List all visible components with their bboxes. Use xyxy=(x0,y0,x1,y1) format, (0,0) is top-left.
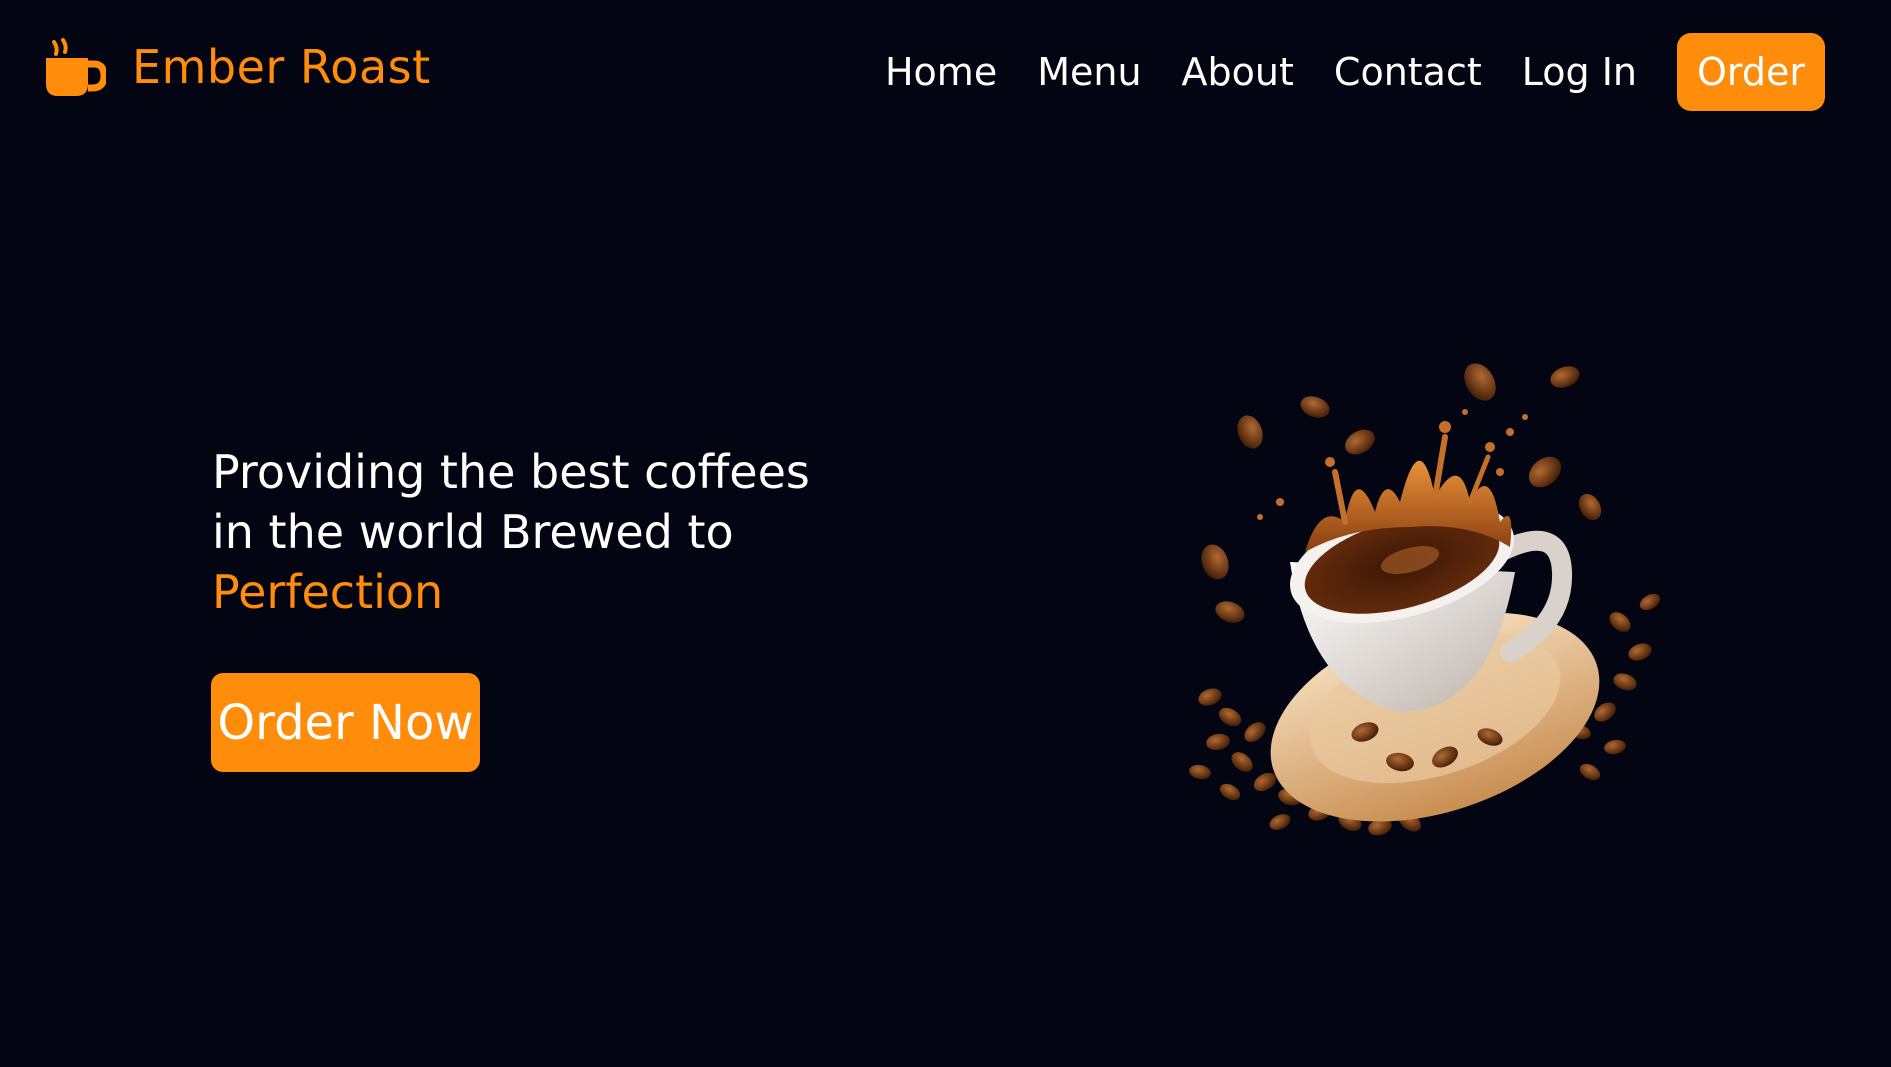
page: Ember Roast Home Menu About Contact Log … xyxy=(0,0,1891,1067)
nav-login-link[interactable]: Log In xyxy=(1522,53,1637,91)
main-nav: Home Menu About Contact Log In Order xyxy=(885,33,1825,111)
brand-name: Ember Roast xyxy=(132,40,431,94)
nav-menu-link[interactable]: Menu xyxy=(1037,53,1141,91)
hero-headline-line2: in the world Brewed to xyxy=(212,505,734,559)
coffee-cup-splash-image xyxy=(1170,352,1680,852)
brand-logo-link[interactable]: Ember Roast xyxy=(44,36,431,98)
nav-order-button[interactable]: Order xyxy=(1677,33,1825,111)
coffee-cup-icon xyxy=(44,36,106,98)
hero-headline-line1: Providing the best coffees xyxy=(212,445,810,499)
nav-home-link[interactable]: Home xyxy=(885,53,997,91)
nav-about-link[interactable]: About xyxy=(1182,53,1294,91)
hero-headline-accent: Perfection xyxy=(212,565,444,619)
hero-headline: Providing the best coffees in the world … xyxy=(212,442,852,622)
nav-contact-link[interactable]: Contact xyxy=(1334,53,1482,91)
hero-text: Providing the best coffees in the world … xyxy=(212,442,852,622)
order-now-button[interactable]: Order Now xyxy=(211,673,480,772)
